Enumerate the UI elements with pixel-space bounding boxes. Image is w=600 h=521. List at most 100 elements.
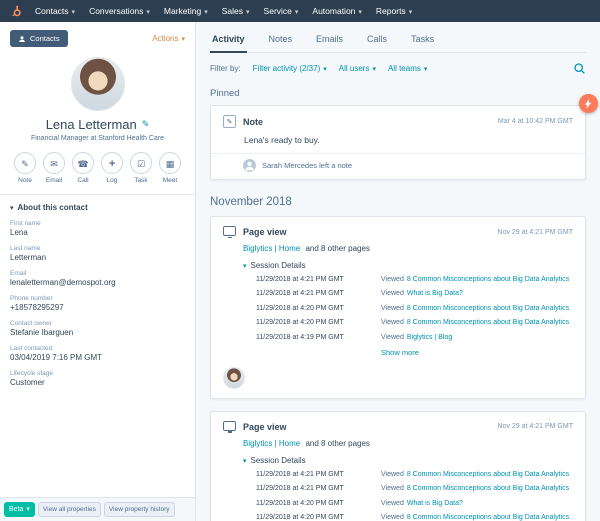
quick-action-button[interactable]: Meet [157, 152, 183, 184]
quick-action-label: Note [18, 177, 32, 184]
contacts-back-button[interactable]: Contacts [10, 30, 68, 47]
note-timestamp: Mar 4 at 10:42 PM GMT [498, 118, 573, 125]
nav-menu-item[interactable]: Conversations [89, 6, 150, 16]
viewed-page-link[interactable]: 8 Common Misconceptions about Big Data A… [407, 319, 569, 326]
timeline-tab[interactable]: Tasks [409, 32, 436, 52]
top-navigation: Contacts Conversations Marketing Sales [0, 0, 600, 22]
search-icon[interactable] [573, 62, 586, 75]
about-section-toggle[interactable]: About this contact [10, 203, 185, 212]
timeline-tab[interactable]: Calls [365, 32, 389, 52]
nav-menu-item[interactable]: Contacts [35, 6, 75, 16]
actions-dropdown[interactable]: Actions [152, 34, 185, 43]
view-all-properties-button[interactable]: View all properties [38, 502, 101, 517]
hubspot-app: Contacts Conversations Marketing Sales [0, 0, 600, 521]
viewed-page-link[interactable]: What is Big Data? [407, 500, 463, 507]
pageview-icon [223, 421, 236, 431]
note-footer: Sarah Mercedes left a note [211, 153, 585, 172]
chevron-down-icon [246, 6, 250, 16]
quick-action-button[interactable]: Email [41, 152, 67, 184]
beta-label: Beta [9, 506, 23, 513]
property-value[interactable]: lenaletterman@demospot.org [10, 278, 185, 287]
meet-icon [166, 154, 175, 172]
chevron-down-icon [424, 64, 428, 73]
contact-property: Phone number +18578295297 [10, 295, 185, 312]
property-label: Last name [10, 245, 185, 252]
page-link-suffix: and 8 other pages [305, 439, 370, 448]
users-filter-dropdown[interactable]: All users [339, 64, 376, 73]
nav-menu-item-label: Contacts [35, 6, 69, 16]
session-time: 11/29/2018 at 4:21 PM GMT [256, 276, 381, 284]
quick-action-button[interactable]: Log [99, 152, 125, 184]
quick-action-button[interactable]: Call [70, 152, 96, 184]
viewed-page-link[interactable]: 8 Common Misconceptions about Big Data A… [407, 471, 569, 478]
nav-menu-item[interactable]: Automation [312, 6, 362, 16]
note-icon: ✎ [223, 115, 236, 128]
timeline-tab[interactable]: Activity [210, 32, 247, 53]
contact-avatar [71, 57, 125, 111]
chevron-down-icon [204, 6, 208, 16]
month-heading: November 2018 [210, 196, 586, 208]
quick-action-button[interactable]: Note [12, 152, 38, 184]
property-value[interactable]: Stefanie Ibarguen [10, 328, 185, 337]
session-details-toggle[interactable]: Session Details [243, 456, 573, 465]
note-body: Lena's ready to buy. [244, 135, 573, 145]
chevron-down-icon [72, 6, 76, 16]
session-time: 11/29/2018 at 4:19 PM GMT [256, 334, 381, 342]
session-details-toggle[interactable]: Session Details [243, 261, 573, 270]
contact-avatar [223, 367, 245, 389]
quick-action-label: Email [46, 177, 62, 184]
task-icon [137, 154, 145, 172]
filter-by-label: Filter by: [210, 64, 241, 73]
viewed-page-link[interactable]: 8 Common Misconceptions about Big Data A… [407, 305, 569, 312]
viewed-label: Viewed [381, 500, 404, 507]
floating-action-button[interactable] [579, 94, 598, 113]
property-label: Lifecycle stage [10, 370, 185, 377]
property-value[interactable]: Lena [10, 228, 185, 237]
quick-action-label: Log [107, 177, 118, 184]
nav-menu: Contacts Conversations Marketing Sales [35, 6, 412, 16]
nav-menu-item[interactable]: Service [264, 6, 299, 16]
timeline-tab[interactable]: Notes [267, 32, 295, 52]
edit-pencil-icon[interactable]: ✎ [142, 119, 150, 130]
property-value[interactable]: 03/04/2019 7:16 PM GMT [10, 353, 185, 362]
contact-property: First name Lena [10, 220, 185, 237]
property-value[interactable]: +18578295297 [10, 303, 185, 312]
page-link[interactable]: Biglytics | Home [243, 439, 300, 448]
session-row: 11/29/2018 at 4:20 PM GMT ViewedWhat is … [256, 500, 573, 508]
viewed-page-link[interactable]: Biglytics | Blog [407, 334, 452, 341]
contact-property: Contact owner Stefanie Ibarguen [10, 320, 185, 337]
timeline-tabs: Activity Notes Emails Calls Tasks [210, 22, 586, 53]
viewed-label: Viewed [381, 290, 404, 297]
beta-dropdown-button[interactable]: Beta [4, 502, 35, 517]
page-link[interactable]: Biglytics | Home [243, 244, 300, 253]
show-more-link[interactable]: Show more [381, 348, 573, 357]
activity-filter-dropdown[interactable]: Filter activity (2/37) [253, 64, 327, 73]
hubspot-sprocket-icon[interactable] [10, 5, 23, 18]
viewed-page-link[interactable]: 8 Common Misconceptions about Big Data A… [407, 514, 569, 521]
property-value[interactable]: Customer [10, 378, 185, 387]
viewed-page-link[interactable]: 8 Common Misconceptions about Big Data A… [407, 485, 569, 492]
session-row: 11/29/2018 at 4:20 PM GMT Viewed8 Common… [256, 319, 573, 327]
viewed-page-link[interactable]: 8 Common Misconceptions about Big Data A… [407, 276, 569, 283]
contact-property: Lifecycle stage Customer [10, 370, 185, 387]
nav-menu-item[interactable]: Reports [376, 6, 412, 16]
author-avatar [243, 159, 256, 172]
nav-menu-item[interactable]: Sales [222, 6, 250, 16]
nav-menu-item-label: Automation [312, 6, 355, 16]
chevron-down-icon [372, 64, 376, 73]
session-row: 11/29/2018 at 4:20 PM GMT Viewed8 Common… [256, 514, 573, 521]
contact-subtitle: Financial Manager at Stanford Health Car… [10, 135, 185, 142]
contact-name: Lena Letterman [46, 117, 137, 132]
quick-action-button[interactable]: Task [128, 152, 154, 184]
timeline-tab[interactable]: Emails [314, 32, 345, 52]
contact-profile: Lena Letterman ✎ Financial Manager at St… [0, 51, 195, 195]
activity-timeline-panel: Activity Notes Emails Calls Tasks Filter… [196, 22, 600, 521]
nav-menu-item[interactable]: Marketing [164, 6, 208, 16]
teams-filter-dropdown[interactable]: All teams [388, 64, 427, 73]
session-rows: 11/29/2018 at 4:21 PM GMT Viewed8 Common… [256, 471, 573, 521]
view-property-history-button[interactable]: View property history [104, 502, 175, 517]
contacts-icon [18, 35, 26, 43]
quick-action-label: Meet [163, 177, 177, 184]
property-value[interactable]: Letterman [10, 253, 185, 262]
viewed-page-link[interactable]: What is Big Data? [407, 290, 463, 297]
